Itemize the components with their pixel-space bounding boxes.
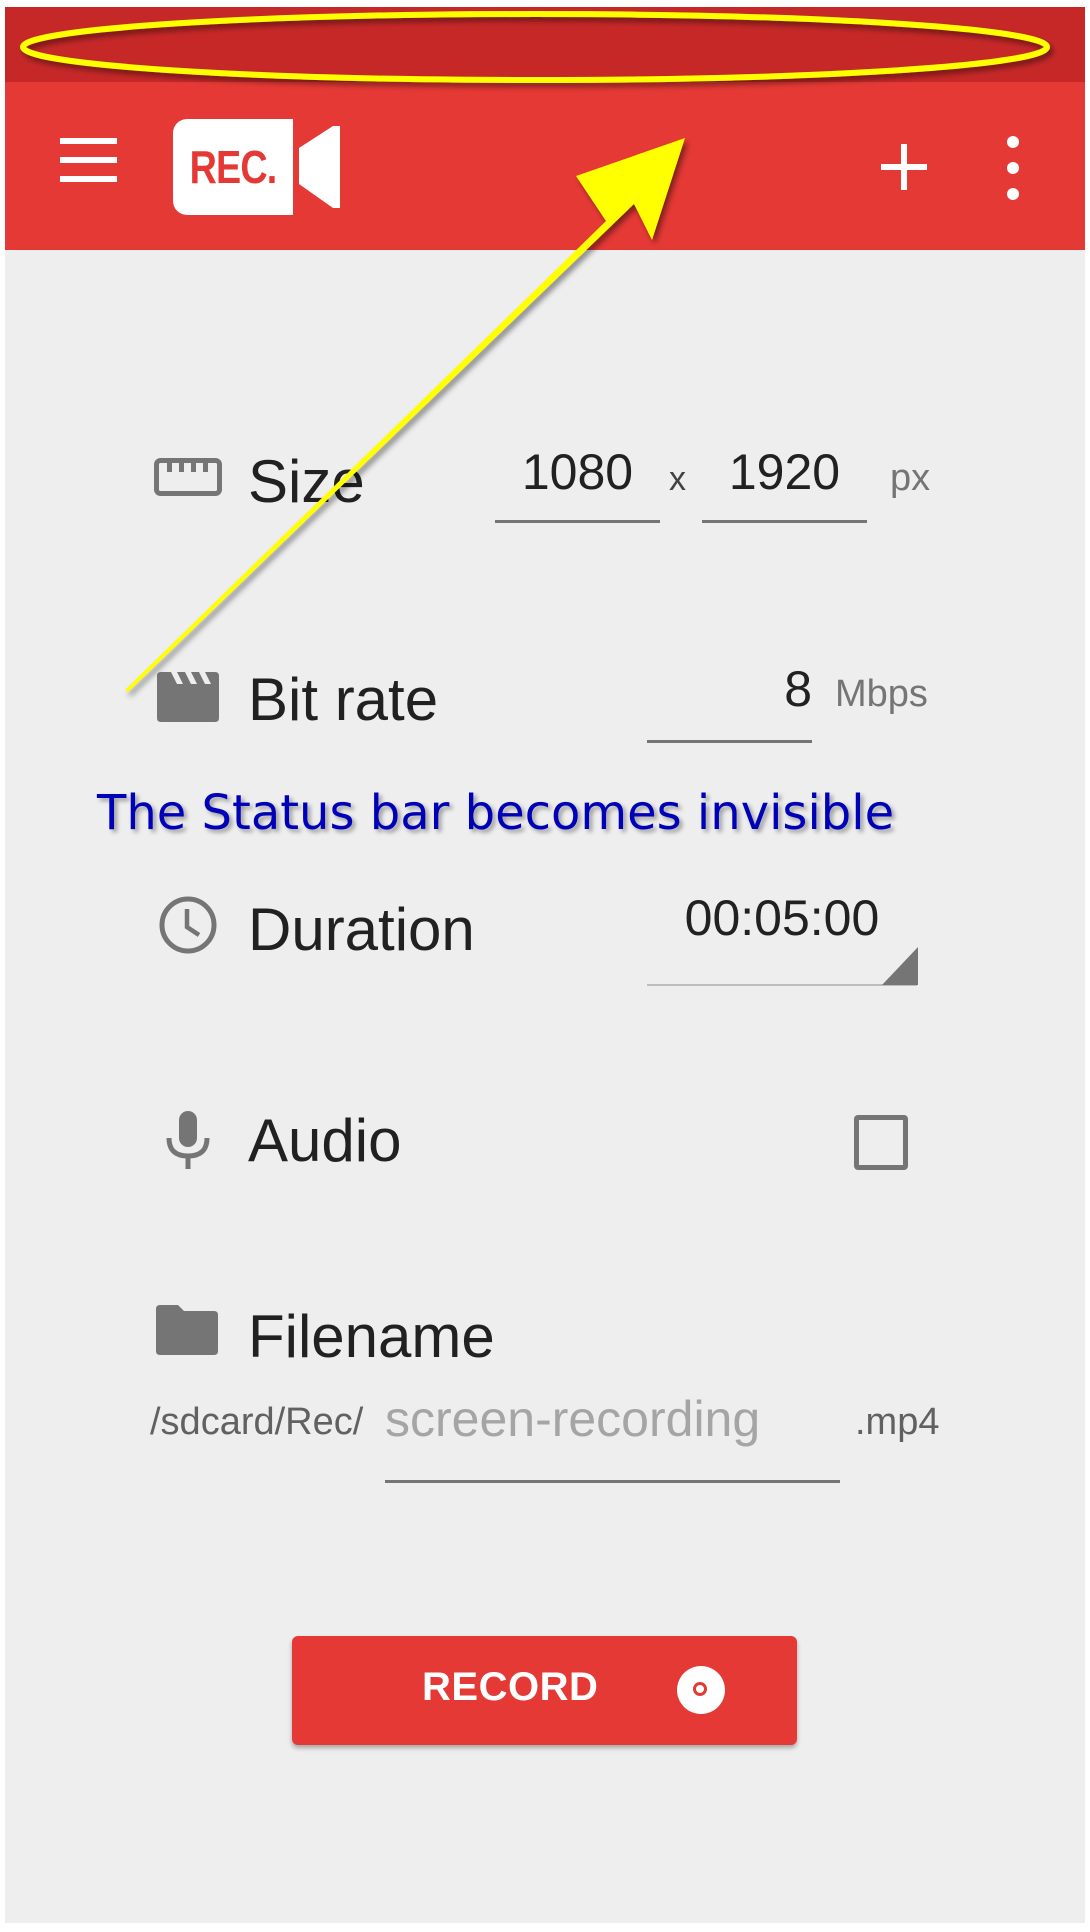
app-logo: REC. bbox=[173, 119, 345, 215]
app-bar: REC. bbox=[5, 82, 1085, 250]
add-button[interactable] bbox=[881, 144, 927, 190]
record-disc-icon bbox=[677, 1666, 725, 1714]
filename-path-prefix: /sdcard/Rec/ bbox=[150, 1401, 364, 1443]
menu-button[interactable] bbox=[60, 138, 117, 182]
hamburger-line bbox=[60, 176, 117, 182]
clock-icon bbox=[159, 896, 217, 954]
size-separator: x bbox=[669, 460, 686, 498]
filename-input-underline bbox=[385, 1480, 840, 1483]
more-dot bbox=[1007, 188, 1019, 200]
audio-checkbox[interactable] bbox=[854, 1115, 908, 1170]
hamburger-menu-icon bbox=[60, 138, 117, 144]
bitrate-input-underline bbox=[647, 740, 812, 743]
app-screen: REC. Size 1080 x 1920 px Bit rate 8 Mbps… bbox=[5, 7, 1085, 1923]
more-vert-icon bbox=[1007, 136, 1019, 148]
width-input-underline bbox=[495, 520, 660, 523]
microphone-icon bbox=[166, 1111, 210, 1169]
height-input-underline bbox=[702, 520, 867, 523]
height-input[interactable]: 1920 bbox=[702, 447, 867, 497]
bitrate-unit: Mbps bbox=[835, 673, 928, 715]
more-dot bbox=[1007, 162, 1019, 174]
bitrate-input[interactable]: 8 bbox=[647, 664, 812, 714]
folder-icon bbox=[156, 1305, 218, 1355]
dropdown-corner-icon[interactable] bbox=[882, 947, 918, 985]
more-options-button[interactable] bbox=[1001, 136, 1025, 200]
clapperboard-icon bbox=[157, 672, 219, 722]
filename-label: Filename bbox=[248, 1303, 495, 1370]
audio-label: Audio bbox=[248, 1107, 402, 1174]
logo-badge: REC. bbox=[173, 119, 293, 215]
filename-input[interactable] bbox=[385, 1389, 840, 1449]
duration-label: Duration bbox=[248, 896, 475, 963]
record-button[interactable]: RECORD bbox=[292, 1636, 797, 1745]
filename-extension: .mp4 bbox=[855, 1401, 940, 1443]
status-bar bbox=[5, 7, 1085, 82]
logo-text: REC. bbox=[189, 141, 278, 193]
ruler-icon bbox=[154, 458, 222, 496]
annotation-caption: The Status bar becomes invisible bbox=[97, 785, 895, 841]
bitrate-label: Bit rate bbox=[248, 666, 439, 733]
duration-spinner[interactable]: 00:05:00 bbox=[647, 893, 917, 943]
duration-spinner-underline bbox=[647, 984, 917, 986]
hamburger-line bbox=[60, 157, 117, 163]
size-unit: px bbox=[890, 457, 931, 499]
width-input[interactable]: 1080 bbox=[495, 447, 660, 497]
size-label: Size bbox=[248, 448, 365, 515]
video-camera-icon bbox=[299, 126, 340, 208]
record-button-label: RECORD bbox=[422, 1665, 599, 1709]
